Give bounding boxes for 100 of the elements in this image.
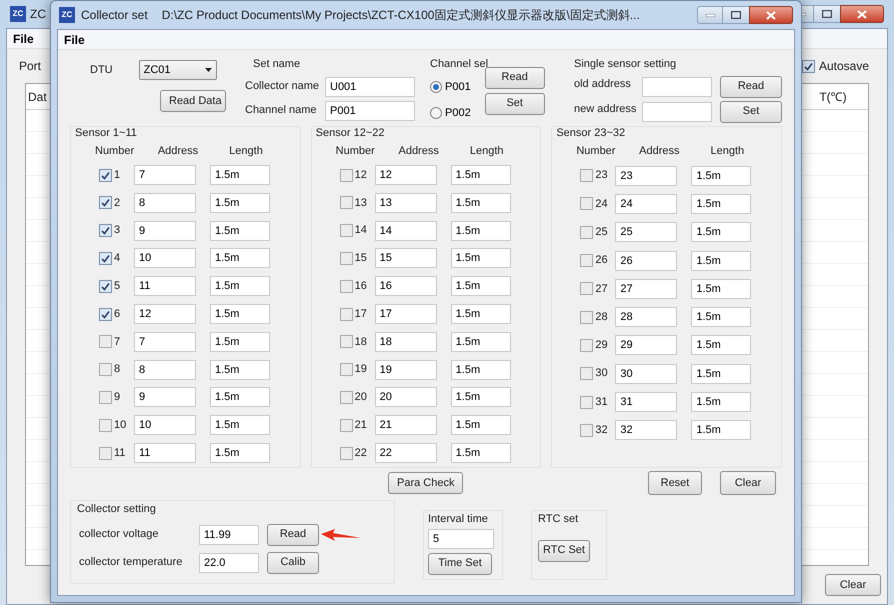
checkbox[interactable] xyxy=(99,280,112,293)
address-field[interactable]: 20 xyxy=(374,387,437,408)
length-field[interactable]: 1.5m xyxy=(450,360,511,380)
address-field[interactable]: 25 xyxy=(615,222,678,242)
maximize-button[interactable] xyxy=(814,5,840,23)
radio-button[interactable] xyxy=(430,80,442,93)
length-field[interactable]: 1.5m xyxy=(691,278,752,299)
length-field[interactable]: 1.5m xyxy=(450,443,511,464)
address-field[interactable]: 21 xyxy=(374,415,437,436)
length-field[interactable]: 1.5m xyxy=(691,250,752,271)
address-field[interactable]: 24 xyxy=(615,194,678,214)
length-field[interactable]: 1.5m xyxy=(210,248,270,268)
name-field[interactable]: U001 xyxy=(325,76,415,96)
address-button[interactable]: Set xyxy=(720,100,782,122)
checkbox[interactable] xyxy=(580,367,594,380)
checkbox[interactable] xyxy=(99,446,112,460)
address-field[interactable]: 14 xyxy=(374,220,437,241)
length-field[interactable]: 1.5m xyxy=(450,304,511,324)
checkbox[interactable] xyxy=(580,424,594,437)
address-field[interactable]: 10 xyxy=(134,248,196,268)
address-field[interactable]: 26 xyxy=(615,250,678,271)
address-field[interactable]: 13 xyxy=(374,192,437,213)
length-field[interactable]: 1.5m xyxy=(450,415,511,436)
read-data-button[interactable]: Read Data xyxy=(160,90,226,112)
checkbox[interactable] xyxy=(340,363,353,376)
length-field[interactable]: 1.5m xyxy=(210,332,270,352)
length-field[interactable]: 1.5m xyxy=(450,220,511,241)
address-field[interactable]: 28 xyxy=(615,307,678,328)
address-field[interactable]: 9 xyxy=(134,220,196,241)
address-field[interactable]: 18 xyxy=(374,332,437,352)
para-check-button[interactable]: Para Check xyxy=(388,472,464,494)
length-field[interactable]: 1.5m xyxy=(450,248,511,268)
checkbox[interactable] xyxy=(99,308,112,321)
radio-button[interactable] xyxy=(430,107,442,120)
checkbox[interactable] xyxy=(340,335,353,348)
address-field[interactable]: 29 xyxy=(615,335,678,356)
checkbox[interactable] xyxy=(580,169,594,182)
length-field[interactable]: 1.5m xyxy=(210,304,270,324)
checkbox[interactable] xyxy=(340,280,353,293)
interval-field[interactable]: 5 xyxy=(428,528,494,548)
channel-button[interactable]: Read xyxy=(484,66,545,88)
length-field[interactable]: 1.5m xyxy=(450,332,511,352)
checkbox[interactable] xyxy=(580,338,594,352)
length-field[interactable]: 1.5m xyxy=(691,307,752,328)
checkbox[interactable] xyxy=(802,60,815,72)
address-field[interactable]: 17 xyxy=(374,304,437,324)
address-field[interactable]: 11 xyxy=(134,276,196,296)
checkbox[interactable] xyxy=(99,418,112,432)
checkbox[interactable] xyxy=(340,446,353,460)
collector-button[interactable]: Calib xyxy=(267,552,319,574)
address-field[interactable]: 27 xyxy=(615,278,678,299)
address-button[interactable]: Read xyxy=(720,76,782,98)
length-field[interactable]: 1.5m xyxy=(210,220,270,241)
name-field[interactable]: P001 xyxy=(325,100,415,120)
close-button[interactable] xyxy=(749,6,793,24)
length-field[interactable]: 1.5m xyxy=(691,166,752,186)
radio-option[interactable]: P002 xyxy=(430,105,471,122)
length-field[interactable]: 1.5m xyxy=(450,192,511,213)
length-field[interactable]: 1.5m xyxy=(450,387,511,408)
channel-button[interactable]: Set xyxy=(484,92,545,114)
checkbox[interactable] xyxy=(340,308,353,321)
menu-item[interactable]: File xyxy=(13,30,34,48)
address-field[interactable]: 22 xyxy=(374,443,437,464)
collector-button[interactable]: Read xyxy=(267,524,319,546)
address-field[interactable]: 9 xyxy=(134,387,196,408)
checkbox[interactable] xyxy=(580,254,594,268)
checkbox[interactable] xyxy=(99,196,112,210)
checkbox[interactable] xyxy=(580,197,594,210)
menu-item[interactable]: File xyxy=(64,30,85,48)
time-set-button[interactable]: Time Set xyxy=(428,552,492,574)
length-field[interactable]: 1.5m xyxy=(210,192,270,213)
address-field[interactable]: 10 xyxy=(134,415,196,436)
checkbox[interactable] xyxy=(99,335,112,348)
checkbox[interactable] xyxy=(340,168,353,182)
checkbox[interactable] xyxy=(99,224,112,238)
checkbox[interactable] xyxy=(99,252,112,265)
address-field[interactable]: 8 xyxy=(134,360,196,380)
address-field[interactable]: 23 xyxy=(615,166,678,186)
checkbox[interactable] xyxy=(580,310,594,324)
length-field[interactable]: 1.5m xyxy=(210,165,270,186)
address-field[interactable]: 15 xyxy=(374,248,437,268)
radio-option[interactable]: P001 xyxy=(430,78,471,95)
length-field[interactable]: 1.5m xyxy=(691,194,752,214)
close-button[interactable] xyxy=(840,5,884,23)
address-field[interactable]: 8 xyxy=(134,192,196,213)
length-field[interactable]: 1.5m xyxy=(210,387,270,408)
dtu-dropdown[interactable]: ZC01 xyxy=(138,60,217,80)
address-field[interactable]: 12 xyxy=(374,165,437,186)
address-field[interactable]: 32 xyxy=(615,420,678,440)
checkbox[interactable] xyxy=(340,224,353,238)
address-field[interactable]: 16 xyxy=(374,276,437,296)
length-field[interactable]: 1.5m xyxy=(691,335,752,356)
value-field[interactable]: 22.0 xyxy=(199,552,259,572)
checkbox[interactable] xyxy=(580,396,594,409)
checkbox[interactable] xyxy=(580,226,594,239)
clear-button[interactable]: Clear xyxy=(825,574,881,596)
checkbox[interactable] xyxy=(340,252,353,265)
length-field[interactable]: 1.5m xyxy=(210,443,270,464)
address-field[interactable]: 30 xyxy=(615,364,678,384)
clear-button[interactable]: Clear xyxy=(720,471,776,495)
